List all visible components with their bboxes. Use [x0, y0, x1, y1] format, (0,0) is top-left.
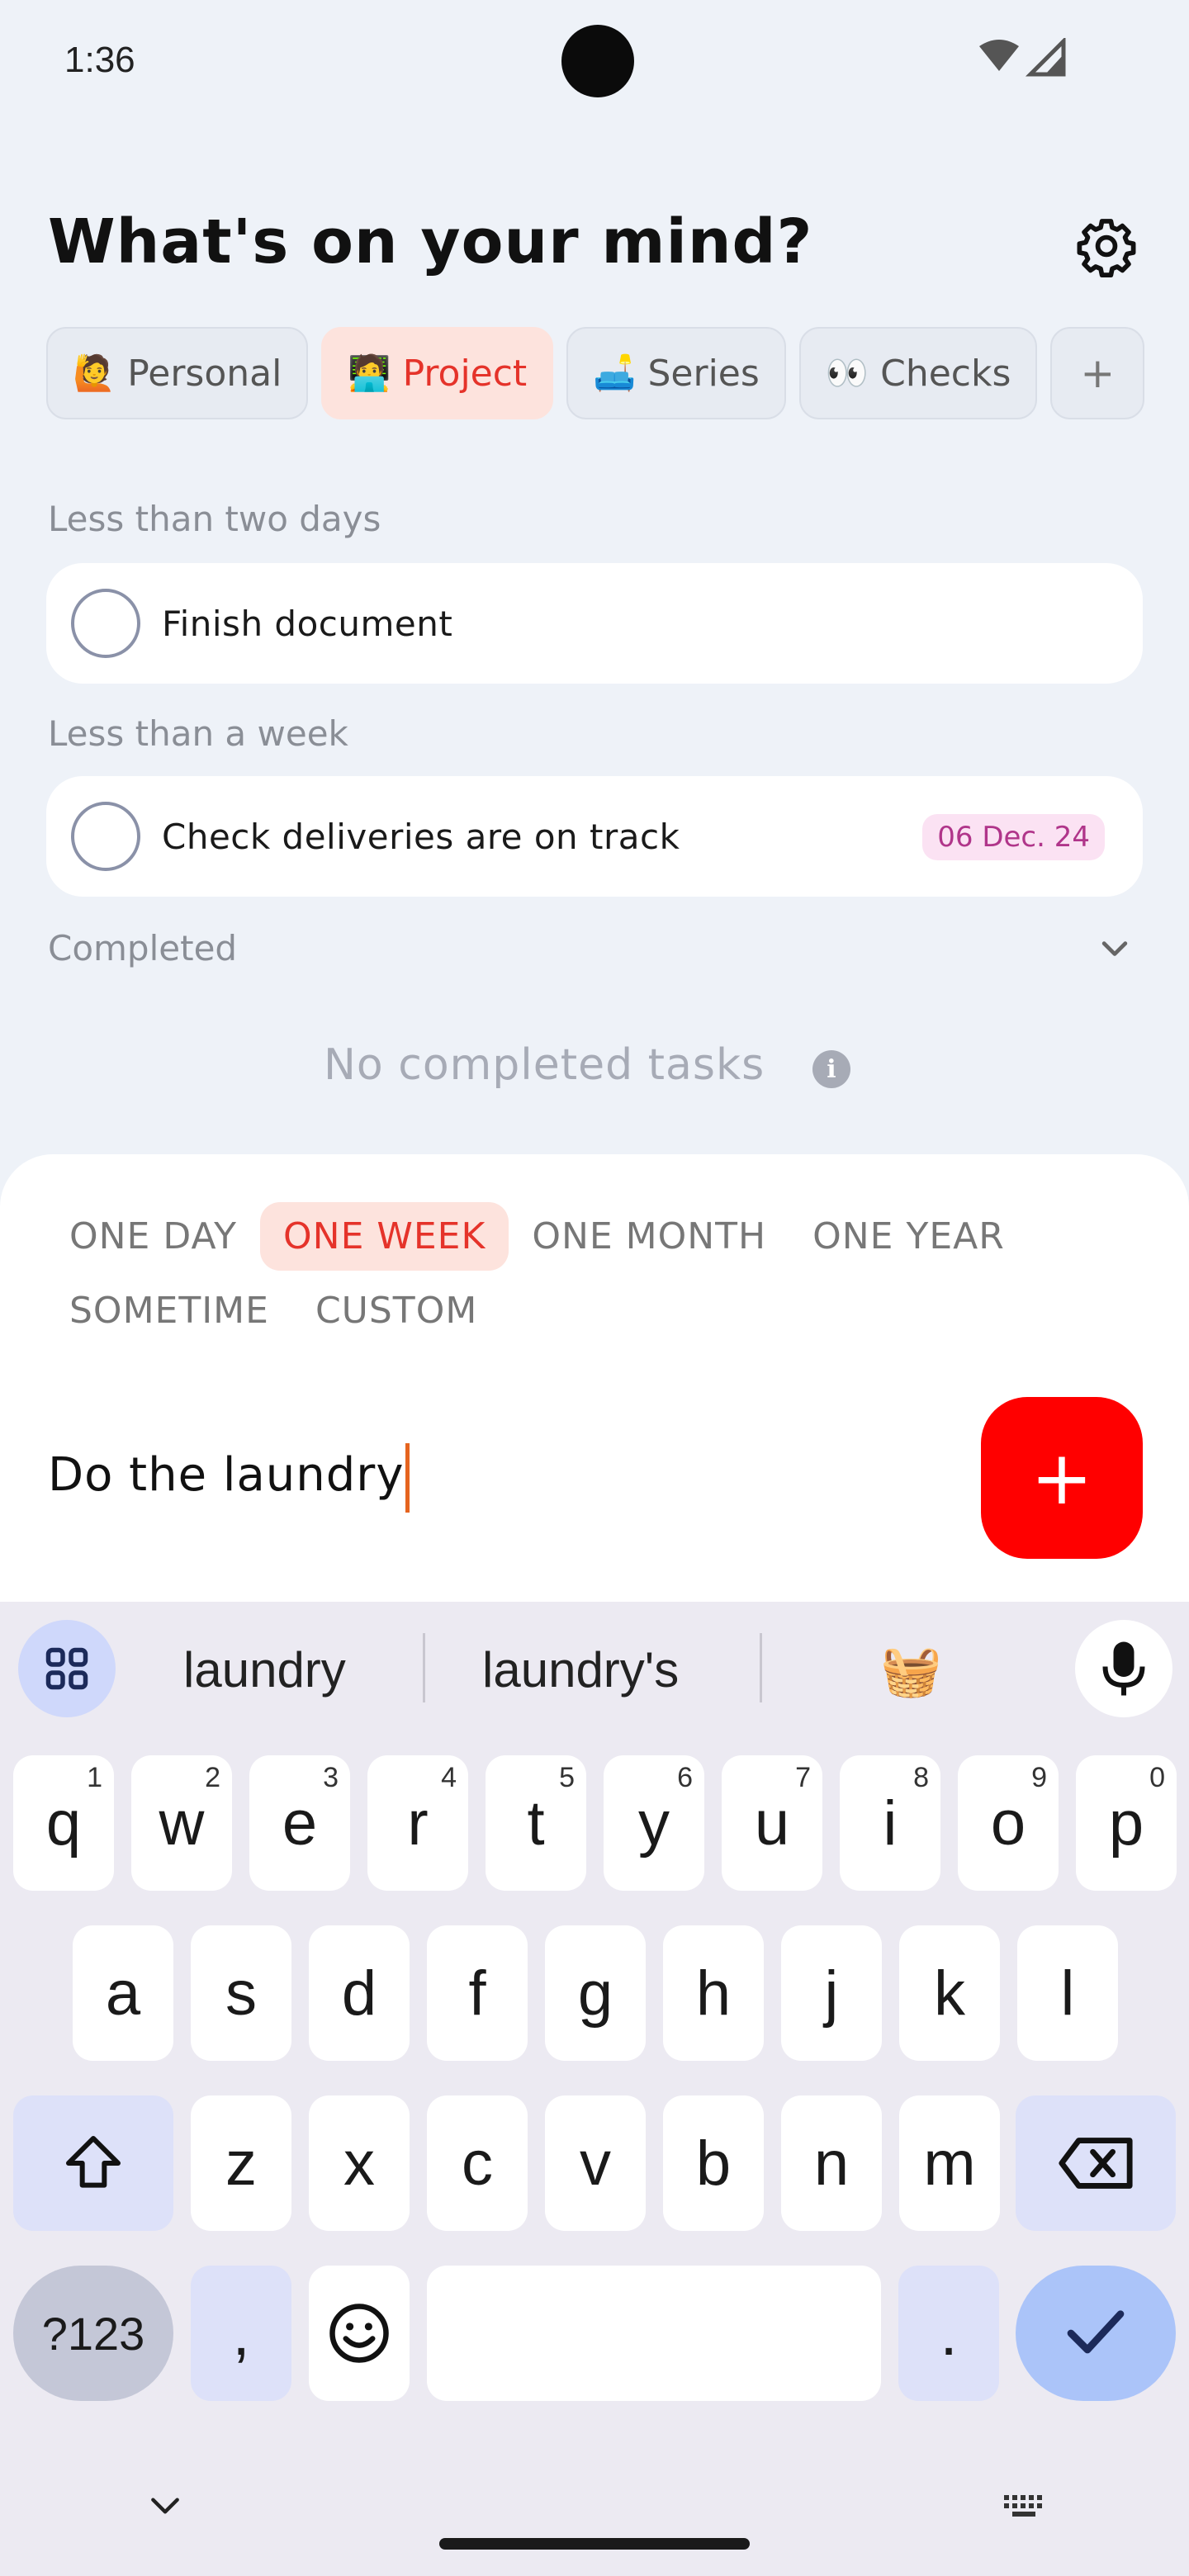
chip-checks[interactable]: 👀 Checks — [798, 327, 1038, 419]
wifi-icon — [979, 40, 1019, 71]
chip-personal[interactable]: 🙋 Personal — [46, 327, 309, 419]
person-raising-hand-icon: 🙋 — [73, 353, 116, 393]
symbols-key[interactable]: ?123 — [13, 2266, 173, 2401]
checkmark-icon — [1067, 2310, 1125, 2354]
key-q[interactable]: q1 — [13, 1755, 114, 1891]
key-e[interactable]: e3 — [249, 1755, 350, 1891]
couch-icon: 🛋️ — [593, 353, 637, 393]
task-input[interactable]: Do the laundry — [48, 1443, 410, 1513]
range-custom[interactable]: CUSTOM — [292, 1276, 500, 1345]
microphone-icon[interactable] — [1075, 1620, 1172, 1717]
chip-label: Checks — [880, 352, 1011, 395]
key-w[interactable]: w2 — [131, 1755, 232, 1891]
suggestion-1[interactable]: laundry — [183, 1641, 346, 1698]
range-row-1: ONE DAY ONE WEEK ONE MONTH ONE YEAR — [46, 1202, 1028, 1271]
key-h[interactable]: h — [663, 1925, 764, 2061]
range-one-month[interactable]: ONE MONTH — [509, 1202, 789, 1271]
backspace-icon — [1059, 2138, 1133, 2189]
shift-arrow-icon — [66, 2136, 121, 2188]
apps-grid-icon[interactable] — [18, 1620, 116, 1717]
key-g[interactable]: g — [545, 1925, 646, 2061]
status-icons — [979, 38, 1066, 77]
key-l[interactable]: l — [1017, 1925, 1118, 2061]
key-v[interactable]: v — [545, 2095, 646, 2231]
chip-project[interactable]: 🧑‍💻 Project — [321, 327, 554, 419]
range-row-2: SOMETIME CUSTOM — [46, 1276, 500, 1345]
task-card[interactable]: Check deliveries are on track 06 Dec. 24 — [46, 776, 1143, 897]
suggestion-2[interactable]: laundry's — [482, 1641, 679, 1698]
emoji-key[interactable] — [309, 2266, 410, 2401]
range-one-day[interactable]: ONE DAY — [46, 1202, 260, 1271]
add-category-button[interactable]: + — [1050, 327, 1145, 419]
backspace-key[interactable] — [1016, 2095, 1176, 2231]
key-r[interactable]: r4 — [367, 1755, 468, 1891]
category-chips: 🙋 Personal 🧑‍💻 Project 🛋️ Series 👀 Check… — [46, 327, 1145, 419]
key-u[interactable]: u7 — [722, 1755, 822, 1891]
task-checkbox[interactable] — [71, 802, 140, 871]
key-s[interactable]: s — [191, 1925, 291, 2061]
chip-label: Project — [402, 352, 528, 395]
basket-emoji-suggestion[interactable]: 🧺 — [880, 1641, 942, 1700]
key-b[interactable]: b — [663, 2095, 764, 2231]
task-title: Finish document — [162, 603, 453, 644]
key-c[interactable]: c — [427, 2095, 528, 2231]
info-icon[interactable]: i — [812, 1050, 850, 1088]
hide-keyboard-chevron-icon[interactable] — [147, 2492, 183, 2520]
chip-series[interactable]: 🛋️ Series — [566, 327, 786, 419]
chip-label: Personal — [127, 352, 282, 395]
due-date-badge: 06 Dec. 24 — [922, 814, 1105, 860]
key-f[interactable]: f — [427, 1925, 528, 2061]
period-key[interactable]: . — [898, 2266, 999, 2401]
eyes-icon: 👀 — [825, 353, 869, 393]
key-p[interactable]: p0 — [1076, 1755, 1177, 1891]
key-d[interactable]: d — [309, 1925, 410, 2061]
section-label-two-days: Less than two days — [48, 499, 381, 539]
task-input-value: Do the laundry — [48, 1448, 405, 1503]
chip-label: Series — [647, 352, 760, 395]
text-cursor — [405, 1443, 410, 1513]
shift-key[interactable] — [13, 2095, 173, 2231]
key-j[interactable]: j — [781, 1925, 882, 2061]
technologist-icon: 🧑‍💻 — [348, 353, 391, 393]
enter-key[interactable] — [1016, 2266, 1176, 2401]
section-label-week: Less than a week — [48, 713, 348, 754]
key-m[interactable]: m — [899, 2095, 1000, 2231]
empty-completed-message: No completed tasks — [324, 1040, 765, 1090]
key-x[interactable]: x — [309, 2095, 410, 2231]
range-one-week[interactable]: ONE WEEK — [260, 1202, 509, 1271]
task-checkbox[interactable] — [71, 589, 140, 658]
range-one-year[interactable]: ONE YEAR — [789, 1202, 1028, 1271]
chevron-down-icon[interactable] — [1097, 931, 1133, 968]
gesture-nav-handle[interactable] — [439, 2538, 750, 2550]
key-i[interactable]: i8 — [840, 1755, 940, 1891]
suggestion-divider — [423, 1633, 425, 1702]
keyboard-switch-icon[interactable] — [1001, 2492, 1047, 2522]
key-k[interactable]: k — [899, 1925, 1000, 2061]
key-y[interactable]: y6 — [604, 1755, 704, 1891]
key-z[interactable]: z — [191, 2095, 291, 2231]
comma-key[interactable]: , — [191, 2266, 291, 2401]
key-o[interactable]: o9 — [958, 1755, 1059, 1891]
space-key[interactable] — [427, 2266, 881, 2401]
smiley-icon — [329, 2304, 389, 2363]
task-card[interactable]: Finish document — [46, 563, 1143, 684]
range-sometime[interactable]: SOMETIME — [46, 1276, 292, 1345]
section-label-completed[interactable]: Completed — [48, 928, 237, 968]
key-a[interactable]: a — [73, 1925, 173, 2061]
add-task-button[interactable]: + — [981, 1397, 1143, 1559]
suggestion-divider — [760, 1633, 762, 1702]
camera-cutout — [561, 25, 634, 97]
key-t[interactable]: t5 — [486, 1755, 586, 1891]
status-time: 1:36 — [64, 40, 135, 80]
key-n[interactable]: n — [781, 2095, 882, 2231]
page-title: What's on your mind? — [48, 206, 813, 277]
settings-gear-icon[interactable] — [1075, 215, 1138, 277]
task-title: Check deliveries are on track — [162, 816, 680, 857]
keyboard — [0, 1602, 1189, 2576]
